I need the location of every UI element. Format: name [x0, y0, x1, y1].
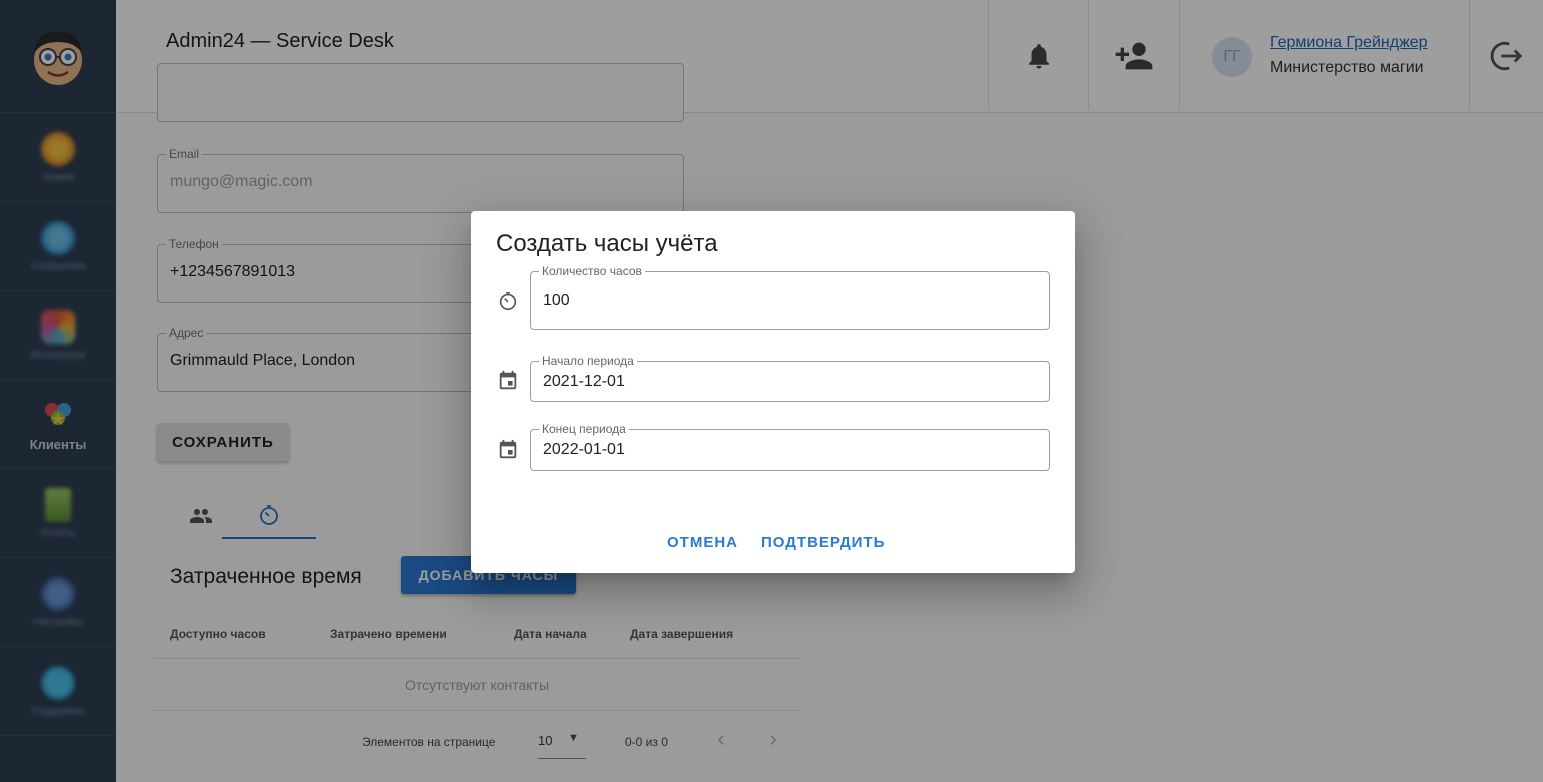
- period-start-label: Начало периода: [539, 354, 637, 368]
- hours-count-field[interactable]: Количество часов 100: [530, 264, 1050, 330]
- calendar-icon[interactable]: [497, 439, 519, 461]
- dialog-title: Создать часы учёта: [496, 230, 718, 257]
- timer-icon: [497, 290, 519, 312]
- dialog-actions: ОТМЕНА ПОДТВЕРДИТЬ: [471, 534, 1075, 558]
- period-start-value: 2021-12-01: [543, 373, 625, 390]
- period-end-value: 2022-01-01: [543, 441, 625, 458]
- cancel-button[interactable]: ОТМЕНА: [667, 534, 738, 551]
- create-hours-dialog: Создать часы учёта Количество часов 100 …: [471, 211, 1075, 573]
- calendar-icon[interactable]: [497, 370, 519, 392]
- hours-count-value: 100: [543, 292, 570, 309]
- period-start-field[interactable]: Начало периода 2021-12-01: [530, 354, 1050, 402]
- period-end-label: Конец периода: [539, 422, 629, 436]
- hours-count-label: Количество часов: [539, 264, 645, 278]
- period-end-field[interactable]: Конец периода 2022-01-01: [530, 422, 1050, 471]
- confirm-button[interactable]: ПОДТВЕРДИТЬ: [761, 534, 885, 551]
